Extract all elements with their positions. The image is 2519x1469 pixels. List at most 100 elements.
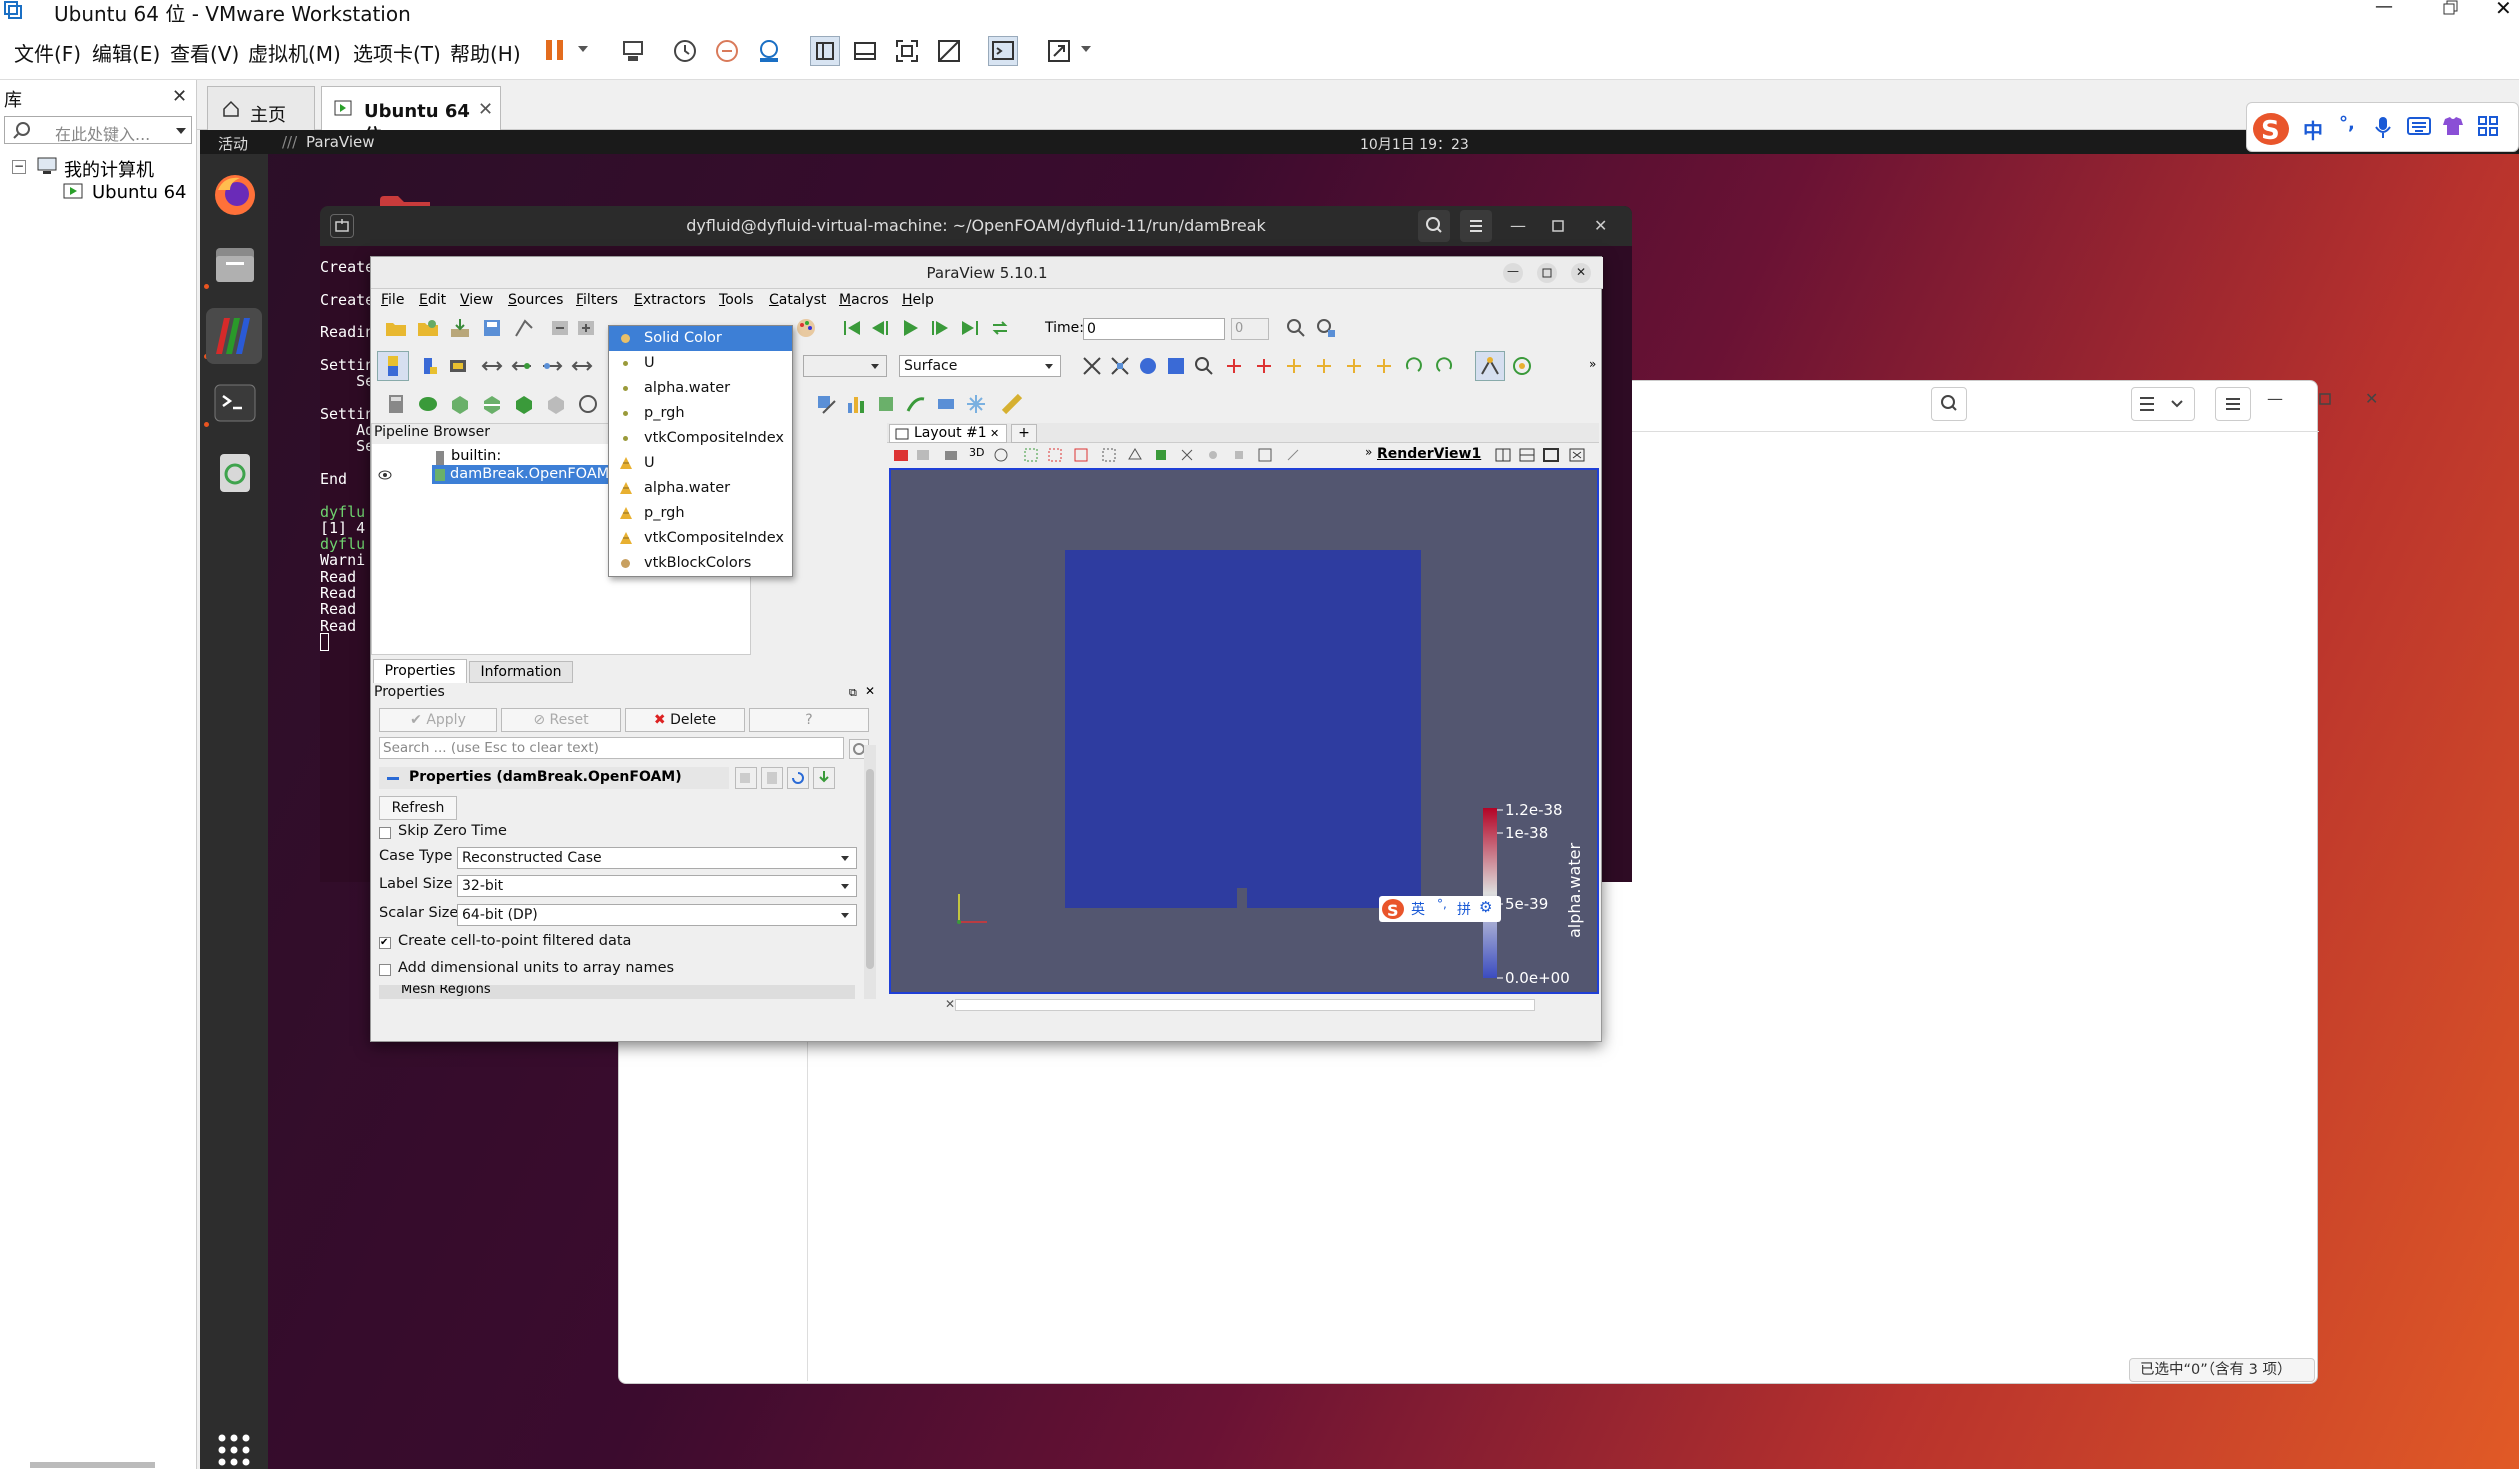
trash-icon[interactable] (212, 450, 258, 496)
ime-punctuation[interactable]: °, (2339, 113, 2355, 134)
coloring-option-point-p-rgh[interactable]: p_rgh (609, 401, 792, 426)
paste-properties-icon[interactable] (761, 767, 783, 789)
cell-to-point-checkbox[interactable]: ✔ (379, 937, 391, 949)
maximize-view-icon[interactable] (1543, 447, 1559, 463)
view-plus-z-icon[interactable] (1343, 355, 1365, 377)
coloring-option-cell-composite-index[interactable]: vtkCompositeIndex (609, 526, 792, 551)
tab-close-icon[interactable]: ✕ (478, 99, 493, 120)
ime-pinyin[interactable]: 拼 (1457, 899, 1471, 919)
center-axes-icon[interactable] (1511, 355, 1533, 377)
tree-my-computer[interactable]: 我的计算机 (64, 156, 154, 182)
library-close-icon[interactable]: ✕ (172, 86, 187, 107)
pv-menu-edit[interactable]: Edit (419, 292, 446, 308)
files-close-icon[interactable]: ✕ (2365, 389, 2378, 408)
send-ctrl-alt-del-icon[interactable] (620, 38, 646, 64)
firefox-icon[interactable] (212, 172, 258, 218)
next-frame-icon[interactable] (929, 317, 951, 339)
terminal-close-icon[interactable]: ✕ (1594, 206, 1607, 246)
stretch-guest-icon[interactable] (1046, 38, 1072, 64)
pv-menu-catalyst[interactable]: Catalyst (769, 292, 826, 308)
first-frame-icon[interactable] (841, 317, 863, 339)
stream-tracer-icon[interactable] (905, 393, 927, 415)
extract-subset-icon[interactable] (545, 393, 567, 415)
camera-link-icon[interactable] (943, 447, 959, 463)
split-vertical-icon[interactable] (1519, 447, 1535, 463)
mesh-regions-header[interactable]: Mesh Regions (379, 985, 855, 999)
microphone-icon[interactable] (2373, 115, 2393, 139)
add-layout-button[interactable]: + (1011, 424, 1037, 443)
zoom-closest-icon[interactable] (1193, 355, 1215, 377)
apply-button[interactable]: ✔ Apply (379, 708, 497, 732)
properties-scrollbar[interactable] (864, 745, 876, 999)
pv-close-icon[interactable]: ✕ (1571, 263, 1591, 283)
pv-menu-view[interactable]: View (460, 292, 493, 308)
rotate-minus-90-icon[interactable] (1433, 355, 1455, 377)
case-type-select[interactable]: Reconstructed Case (457, 847, 857, 869)
render-view-name[interactable]: RenderView1 (1377, 446, 1481, 462)
files-icon[interactable] (212, 242, 258, 288)
tab-home[interactable]: 主页 (207, 86, 315, 130)
last-frame-icon[interactable] (959, 317, 981, 339)
reset-camera-closest-icon[interactable] (1109, 355, 1131, 377)
ime-small-punct[interactable]: °, (1437, 897, 1447, 911)
view-plus-x-icon[interactable] (1223, 355, 1245, 377)
edit-colormap-icon[interactable] (795, 317, 817, 339)
delete-button[interactable]: ✖ Delete (625, 708, 745, 732)
tree-ubuntu-vm[interactable]: Ubuntu 64 (92, 182, 187, 203)
edit-color-legend-icon[interactable] (417, 355, 439, 377)
warp-icon[interactable] (935, 393, 957, 415)
select-polygon-icon[interactable] (1127, 447, 1143, 463)
coloring-option-solid-color[interactable]: Solid Color (609, 326, 792, 351)
pipeline-builtin[interactable]: builtin: (451, 448, 501, 464)
toolbar-overflow-icon[interactable]: » (1589, 357, 1596, 371)
clear-selection-icon[interactable] (1285, 447, 1301, 463)
menu-edit[interactable]: 编辑(E) (92, 38, 160, 67)
pv-maximize-icon[interactable] (1537, 263, 1557, 283)
zoom-to-data-icon[interactable] (1285, 317, 1307, 339)
console-view-icon[interactable] (988, 36, 1018, 66)
connect-icon[interactable] (513, 317, 535, 339)
coloring-option-point-u[interactable]: U (609, 351, 792, 376)
pv-menu-macros[interactable]: Macros (839, 292, 889, 308)
tab-ubuntu[interactable]: Ubuntu 64 位 ✕ (321, 86, 501, 147)
coloring-option-point-alpha-water[interactable]: alpha.water (609, 376, 792, 401)
ime-mode-chinese[interactable]: 中 (2303, 115, 2323, 144)
menu-help[interactable]: 帮助(H) (450, 38, 521, 67)
view-overflow-icon[interactable]: » (1365, 445, 1372, 459)
rescale-temporal-icon[interactable] (571, 355, 593, 377)
loop-icon[interactable] (989, 317, 1011, 339)
app-menu-label[interactable]: ParaView (306, 133, 375, 151)
files-view-toggle[interactable] (2131, 387, 2195, 421)
rescale-custom-icon[interactable] (511, 355, 533, 377)
grow-selection-icon[interactable] (1257, 447, 1273, 463)
dim-units-checkbox[interactable] (379, 964, 391, 976)
terminal-maximize-icon[interactable] (1552, 220, 1564, 232)
tree-collapse-icon[interactable]: − (12, 160, 26, 174)
open-file-icon[interactable] (385, 317, 407, 339)
representation-combo[interactable]: Surface (899, 355, 1061, 377)
library-search-box[interactable]: 在此处键入... (4, 116, 192, 144)
pv-menu-sources[interactable]: Sources (508, 292, 563, 308)
dock-close-icon[interactable]: ✕ (945, 997, 955, 1011)
interaction-mode-icon[interactable] (1475, 351, 1505, 381)
zoom-to-data-view-icon[interactable] (1137, 355, 1159, 377)
view-minus-x-icon[interactable] (1253, 355, 1275, 377)
menu-tabs[interactable]: 选项卡(T) (353, 38, 441, 67)
files-minimize-icon[interactable]: — (2267, 389, 2283, 408)
pv-menu-tools[interactable]: Tools (719, 292, 754, 308)
terminal-search-icon[interactable] (1418, 210, 1450, 242)
reset-camera-icon[interactable] (1081, 355, 1103, 377)
time-input[interactable]: 0 (1083, 318, 1225, 340)
hover-cells-icon[interactable] (1231, 447, 1247, 463)
view-3d-toggle[interactable]: 3D (969, 446, 984, 459)
view-plus-y-icon[interactable] (1283, 355, 1305, 377)
horizontal-scrollbar[interactable] (955, 999, 1535, 1011)
clip-icon[interactable] (449, 393, 471, 415)
reset-button[interactable]: ⊘ Reset (501, 708, 621, 732)
redo-icon[interactable] (575, 317, 597, 339)
pipeline-dambreak[interactable]: damBreak.OpenFOAM (432, 465, 609, 484)
histogram-icon[interactable] (845, 393, 867, 415)
files-search-button[interactable] (1931, 387, 1967, 421)
split-horizontal-icon[interactable] (1495, 447, 1511, 463)
properties-close-icon[interactable]: ✕ (865, 684, 875, 698)
